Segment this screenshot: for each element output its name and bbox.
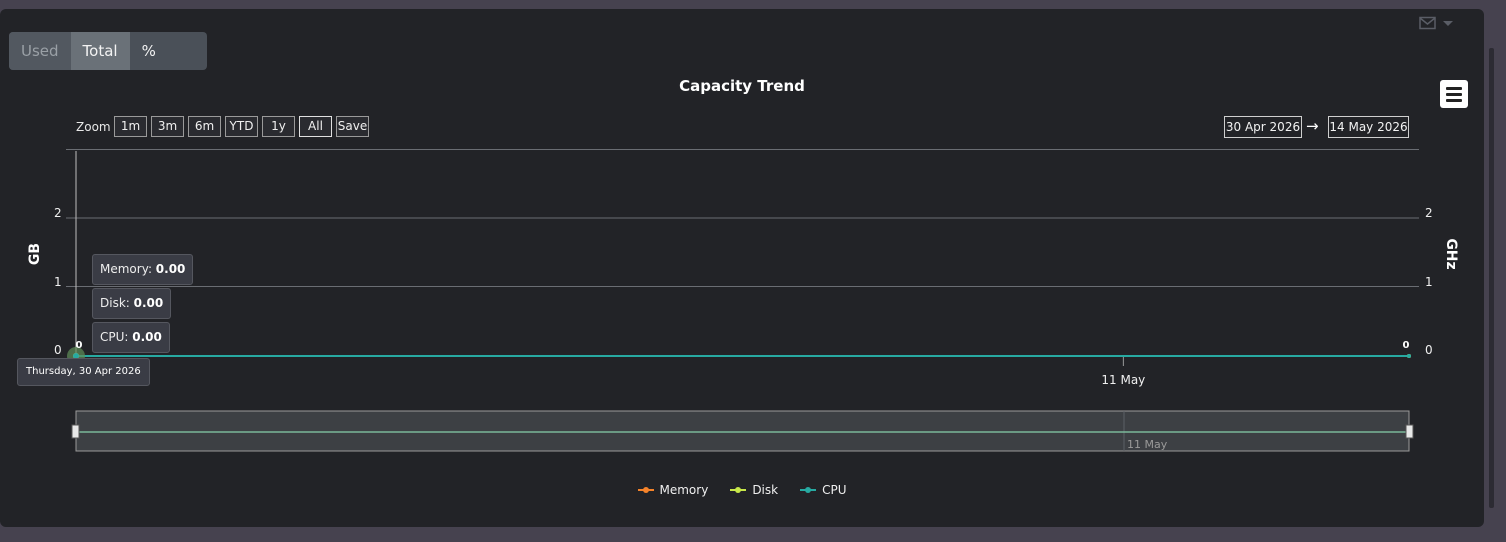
tooltip-cpu-label: CPU	[100, 330, 125, 344]
chart-plot: 11 May 00 11 May	[66, 149, 1419, 452]
tooltip-disk: Disk: 0.00	[92, 288, 172, 319]
navigator[interactable]: 11 May	[71, 410, 1414, 452]
legend-label-memory: Memory	[659, 483, 709, 497]
tooltip-cpu: CPU: 0.00	[92, 322, 170, 353]
data-label-last: 0	[1403, 340, 1410, 351]
data-label-first: 0	[76, 340, 83, 351]
navigator-tick-label: 11 May	[1127, 438, 1168, 451]
grid-layer	[66, 149, 1419, 287]
tooltip-date: Thursday, 30 Apr 2026	[17, 358, 150, 386]
legend-label-disk: Disk	[752, 483, 779, 497]
tooltip-memory: Memory: 0.00	[92, 254, 194, 285]
legend-label-cpu: CPU	[822, 483, 847, 497]
legend-item-cpu[interactable]: CPU	[800, 483, 847, 497]
y-tick-right: 2	[1425, 206, 1433, 220]
page-scrollbar[interactable]	[1489, 48, 1494, 508]
tooltip-memory-value: 0.00	[155, 262, 186, 276]
x-tick-layer: 11 May	[1101, 356, 1145, 387]
navigator-left-handle[interactable]	[71, 424, 80, 439]
tooltip-memory-label: Memory	[100, 262, 148, 276]
tooltip-disk-label: Disk	[100, 296, 126, 310]
y-tick-left: 1	[54, 274, 62, 289]
y-tick-right: 0	[1425, 343, 1433, 357]
tooltip-disk-value: 0.00	[133, 296, 164, 310]
end-marker-cpu	[1407, 354, 1411, 358]
series-layer: 00	[67, 340, 1411, 365]
y-tick-left: 2	[54, 206, 62, 220]
legend-item-memory[interactable]: Memory	[637, 483, 709, 497]
legend-swatch-memory	[637, 487, 654, 493]
y-tick-right: 1	[1425, 274, 1433, 289]
x-tick-label: 11 May	[1101, 373, 1145, 387]
legend-swatch-disk	[730, 487, 747, 493]
tooltip-cpu-value: 0.00	[132, 330, 162, 344]
y-tick-left: 0	[54, 343, 62, 357]
chart-legend: Memory Disk CPU	[0, 483, 1484, 497]
navigator-right-handle[interactable]	[1405, 424, 1414, 439]
legend-swatch-cpu	[800, 487, 817, 493]
legend-item-disk[interactable]: Disk	[730, 483, 778, 497]
navigator-window[interactable]	[75, 410, 1410, 452]
